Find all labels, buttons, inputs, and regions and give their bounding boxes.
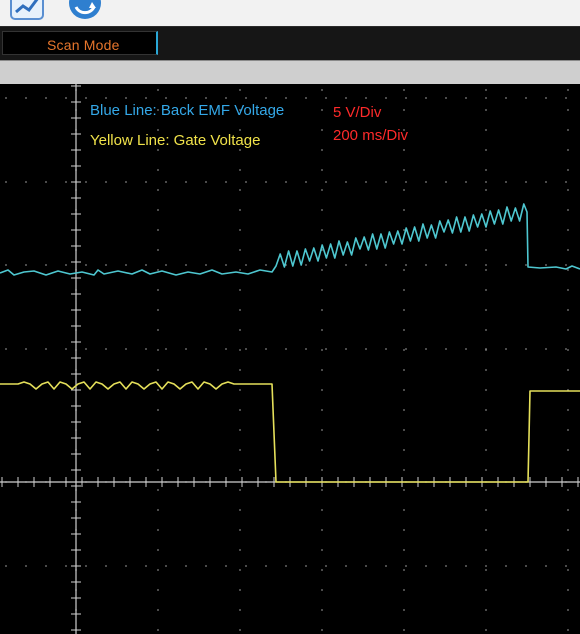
volts-per-div-label: 5 V/Div	[333, 104, 382, 121]
toolbar-separator	[0, 60, 580, 86]
gate-voltage-trace	[0, 381, 580, 483]
scope-graticule	[0, 84, 580, 634]
line-chart-icon[interactable]	[10, 0, 44, 20]
oscilloscope-display: Blue Line: Back EMF Voltage Yellow Line:…	[0, 84, 580, 634]
toolbar	[0, 0, 580, 27]
mode-bar: Scan Mode	[0, 26, 580, 62]
grid-dots	[5, 89, 569, 631]
back-emf-trace	[0, 203, 580, 276]
time-per-div-label: 200 ms/Div	[333, 127, 409, 144]
legend-yellow-line: Yellow Line: Gate Voltage	[90, 132, 261, 149]
refresh-icon[interactable]	[68, 0, 102, 20]
grid-axes	[0, 84, 580, 634]
scan-mode-label: Scan Mode	[47, 37, 120, 53]
legend-blue-line: Blue Line: Back EMF Voltage	[90, 102, 285, 119]
scan-mode-selector[interactable]: Scan Mode	[2, 31, 158, 55]
